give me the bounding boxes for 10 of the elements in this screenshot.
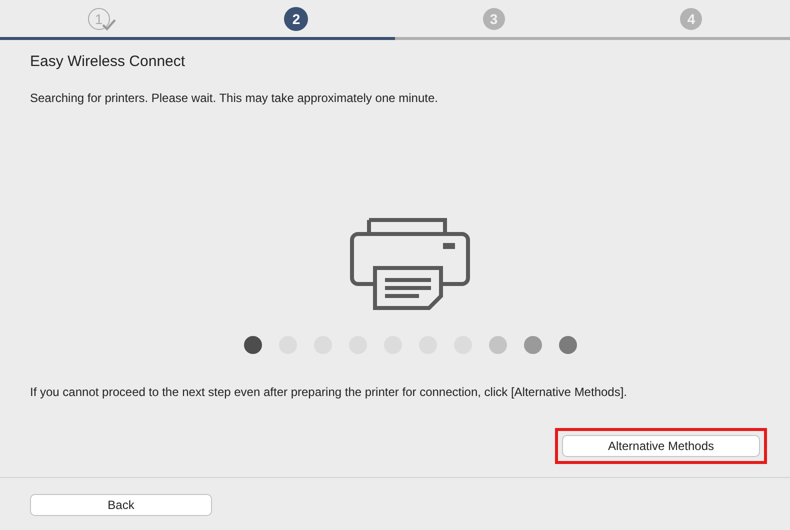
back-button[interactable]: Back [30, 494, 212, 516]
checkmark-icon [102, 18, 116, 30]
step-indicator: 4 [680, 8, 702, 30]
printer-icon [349, 218, 471, 310]
alternative-methods-button[interactable]: Alternative Methods [562, 435, 760, 457]
hint-text: If you cannot proceed to the next step even after preparing the printer for connection, click [Alternative Methods]. [30, 385, 628, 399]
page-title: Easy Wireless Connect [30, 53, 186, 70]
step-indicator: 2 [284, 6, 308, 30]
step-indicator: 3 [482, 8, 505, 30]
status-message: Searching for printers. Please wait. This may take approximately one minute. [30, 91, 439, 105]
